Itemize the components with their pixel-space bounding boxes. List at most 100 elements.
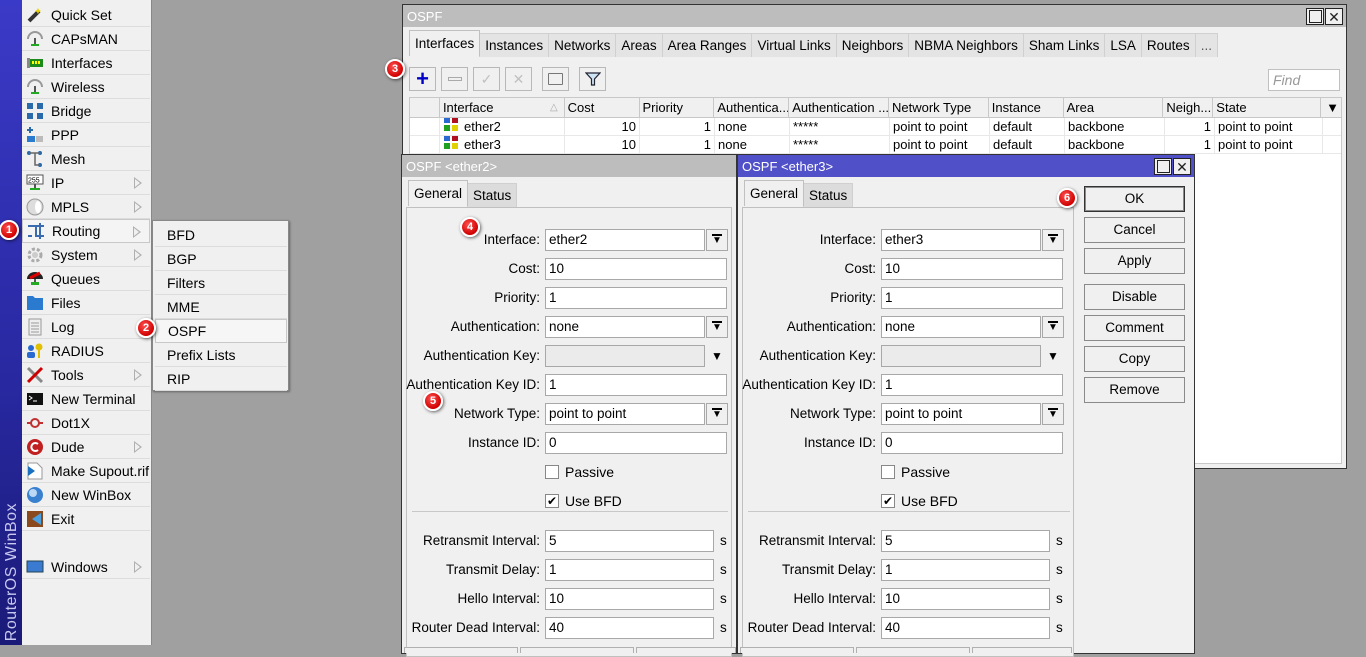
- submenu-item-mme[interactable]: MME: [155, 295, 287, 319]
- enable-button[interactable]: ✓: [473, 67, 500, 91]
- auth-key-dropdown-button[interactable]: ▼: [706, 345, 728, 367]
- menu-item-bridge[interactable]: Bridge: [22, 99, 150, 123]
- router-dead-interval-field[interactable]: 40: [881, 617, 1050, 639]
- table-row[interactable]: ether2 10 1 none ***** point to point default b…: [410, 118, 1341, 136]
- column-header-cost[interactable]: Cost: [565, 98, 640, 117]
- tab-networks[interactable]: Networks: [548, 33, 617, 57]
- retransmit-interval-field[interactable]: 5: [881, 530, 1050, 552]
- authentication-field[interactable]: none: [545, 316, 705, 338]
- tab-areas[interactable]: Areas: [615, 33, 663, 57]
- menu-item-system[interactable]: System: [22, 243, 150, 267]
- apply-button[interactable]: Apply: [1084, 248, 1185, 274]
- filter-button[interactable]: [579, 67, 606, 91]
- copy-button[interactable]: Copy: [1084, 346, 1185, 372]
- remove-button[interactable]: [441, 67, 468, 91]
- dialog-titlebar[interactable]: OSPF <ether2>: [402, 155, 736, 177]
- menu-item-new-winbox[interactable]: New WinBox: [22, 483, 150, 507]
- disable-button[interactable]: ✕: [505, 67, 532, 91]
- submenu-item-rip[interactable]: RIP: [155, 367, 287, 391]
- ospf-window-titlebar[interactable]: OSPF: [403, 5, 1346, 27]
- transmit-delay-field[interactable]: 1: [545, 559, 714, 581]
- close-button[interactable]: ✕: [1173, 158, 1191, 175]
- disable-button[interactable]: Disable: [1084, 284, 1185, 310]
- menu-item-interfaces[interactable]: Interfaces: [22, 51, 150, 75]
- column-header-priority[interactable]: Priority: [640, 98, 715, 117]
- passive-checkbox[interactable]: [545, 465, 559, 479]
- menu-item-dude[interactable]: Dude: [22, 435, 150, 459]
- column-header-interface[interactable]: Interface △: [440, 98, 565, 117]
- tab-area-ranges[interactable]: Area Ranges: [661, 33, 753, 57]
- menu-item-quick-set[interactable]: Quick Set: [22, 3, 150, 27]
- network-type-dropdown-button[interactable]: ▼: [1042, 403, 1064, 425]
- add-button[interactable]: +: [409, 67, 436, 91]
- submenu-item-bgp[interactable]: BGP: [155, 247, 287, 271]
- tab-more[interactable]: ...: [1194, 33, 1218, 57]
- column-header-neigh[interactable]: Neigh...: [1163, 98, 1214, 117]
- router-dead-interval-field[interactable]: 40: [545, 617, 714, 639]
- menu-item-queues[interactable]: Queues: [22, 267, 150, 291]
- column-header-authentication[interactable]: Authentication ...: [789, 98, 889, 117]
- instance-id-field[interactable]: 0: [545, 432, 727, 454]
- column-header-instance[interactable]: Instance: [989, 98, 1064, 117]
- passive-checkbox[interactable]: [881, 465, 895, 479]
- menu-item-log[interactable]: Log: [22, 315, 150, 339]
- remove-button[interactable]: Remove: [1084, 377, 1185, 403]
- tab-lsa[interactable]: LSA: [1104, 33, 1142, 57]
- comment-button[interactable]: Comment: [1084, 315, 1185, 341]
- interface-dropdown-button[interactable]: ▼: [706, 229, 728, 251]
- auth-key-field[interactable]: [881, 345, 1041, 367]
- network-type-dropdown-button[interactable]: ▼: [706, 403, 728, 425]
- cancel-button[interactable]: Cancel: [1084, 217, 1185, 243]
- column-header-network-type[interactable]: Network Type: [889, 98, 989, 117]
- submenu-item-ospf[interactable]: OSPF: [155, 319, 287, 343]
- menu-item-capsman[interactable]: CAPsMAN: [22, 27, 150, 51]
- column-header-state[interactable]: State: [1213, 98, 1322, 117]
- submenu-item-prefix-lists[interactable]: Prefix Lists: [155, 343, 287, 367]
- maximize-button[interactable]: [1306, 8, 1324, 25]
- column-chooser-dropdown[interactable]: ▼: [1321, 98, 1341, 117]
- hello-interval-field[interactable]: 10: [545, 588, 714, 610]
- auth-key-dropdown-button[interactable]: ▼: [1042, 345, 1064, 367]
- tab-instances[interactable]: Instances: [479, 33, 550, 57]
- menu-item-radius[interactable]: RADIUS: [22, 339, 150, 363]
- retransmit-interval-field[interactable]: 5: [545, 530, 714, 552]
- menu-item-windows[interactable]: Windows: [22, 555, 150, 579]
- table-row[interactable]: ether3 10 1 none ***** point to point default b…: [410, 136, 1341, 154]
- tab-neighbors[interactable]: Neighbors: [835, 33, 910, 57]
- tab-sham-links[interactable]: Sham Links: [1022, 33, 1106, 57]
- menu-item-ppp[interactable]: PPP: [22, 123, 150, 147]
- close-button[interactable]: ✕: [1325, 8, 1343, 25]
- authentication-dropdown-button[interactable]: ▼: [1042, 316, 1064, 338]
- column-header-authentica[interactable]: Authentica...: [714, 98, 790, 117]
- interface-field[interactable]: ether2: [545, 229, 705, 251]
- network-type-field[interactable]: point to point: [545, 403, 705, 425]
- tab-status[interactable]: Status: [467, 183, 518, 207]
- ok-button[interactable]: OK: [1084, 186, 1185, 212]
- authentication-field[interactable]: none: [881, 316, 1041, 338]
- comment-button[interactable]: [542, 67, 569, 91]
- tab-general[interactable]: General: [744, 180, 805, 206]
- menu-item-make-supout-rif[interactable]: Make Supout.rif: [22, 459, 150, 483]
- auth-key-id-field[interactable]: 1: [881, 374, 1063, 396]
- interface-field[interactable]: ether3: [881, 229, 1041, 251]
- priority-field[interactable]: 1: [545, 287, 727, 309]
- submenu-item-filters[interactable]: Filters: [155, 271, 287, 295]
- tab-virtual-links[interactable]: Virtual Links: [751, 33, 837, 57]
- hello-interval-field[interactable]: 10: [881, 588, 1050, 610]
- menu-item-mesh[interactable]: Mesh: [22, 147, 150, 171]
- dialog-titlebar[interactable]: OSPF <ether3>: [738, 155, 1194, 177]
- find-input[interactable]: Find: [1268, 69, 1340, 91]
- maximize-button[interactable]: [1154, 158, 1172, 175]
- tab-interfaces[interactable]: Interfaces: [409, 30, 481, 56]
- instance-id-field[interactable]: 0: [881, 432, 1063, 454]
- tab-routes[interactable]: Routes: [1140, 33, 1196, 57]
- cost-field[interactable]: 10: [881, 258, 1063, 280]
- menu-item-files[interactable]: Files: [22, 291, 150, 315]
- transmit-delay-field[interactable]: 1: [881, 559, 1050, 581]
- menu-item-new-terminal[interactable]: New Terminal: [22, 387, 150, 411]
- auth-key-field[interactable]: [545, 345, 705, 367]
- tab-general[interactable]: General: [408, 180, 469, 206]
- use-bfd-checkbox[interactable]: ✔: [881, 494, 895, 508]
- menu-item-mpls[interactable]: MPLS: [22, 195, 150, 219]
- menu-item-tools[interactable]: Tools: [22, 363, 150, 387]
